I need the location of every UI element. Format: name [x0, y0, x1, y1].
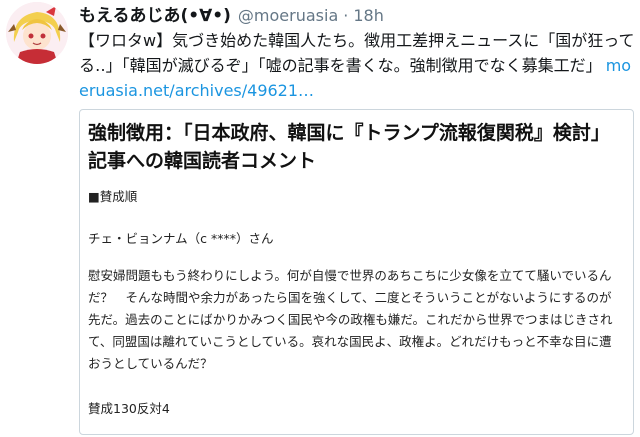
vote-count: 賛成130反対4: [88, 401, 170, 416]
tweet-header: もえるあじあ(•∀•) @moeruasia · 18h: [79, 1, 384, 26]
user-handle[interactable]: @moeruasia: [238, 6, 338, 25]
timestamp[interactable]: 18h: [353, 6, 384, 25]
avatar-image: [6, 2, 68, 64]
avatar[interactable]: [6, 2, 68, 64]
card-title: 強制徴用：「日本政府、韓国に『トランプ流報復関税』検討」記事への韓国読者コメント: [88, 122, 610, 172]
display-name[interactable]: もえるあじあ(•∀•): [79, 1, 231, 26]
sort-label: ■賛成順: [88, 189, 138, 204]
tweet-body: 【ワロタw】気づき始めた韓国人たち。徴用工差押えニュースに「国が狂ってる‥」「韓…: [79, 31, 635, 75]
article-card[interactable]: 強制徴用：「日本政府、韓国に『トランプ流報復関税』検討」記事への韓国読者コメント…: [79, 109, 634, 435]
separator-dot: ·: [343, 6, 349, 25]
comment-text: 慰安婦問題ももう終わりにしよう。何が自慢で世界のあちこちに少女像を立てて騒いでい…: [88, 268, 613, 371]
tweet-text: 【ワロタw】気づき始めた韓国人たち。徴用工差押えニュースに「国が狂ってる‥」「韓…: [79, 28, 635, 103]
commenter-name: チェ・ビョンナム（c ****）さん: [88, 231, 274, 246]
